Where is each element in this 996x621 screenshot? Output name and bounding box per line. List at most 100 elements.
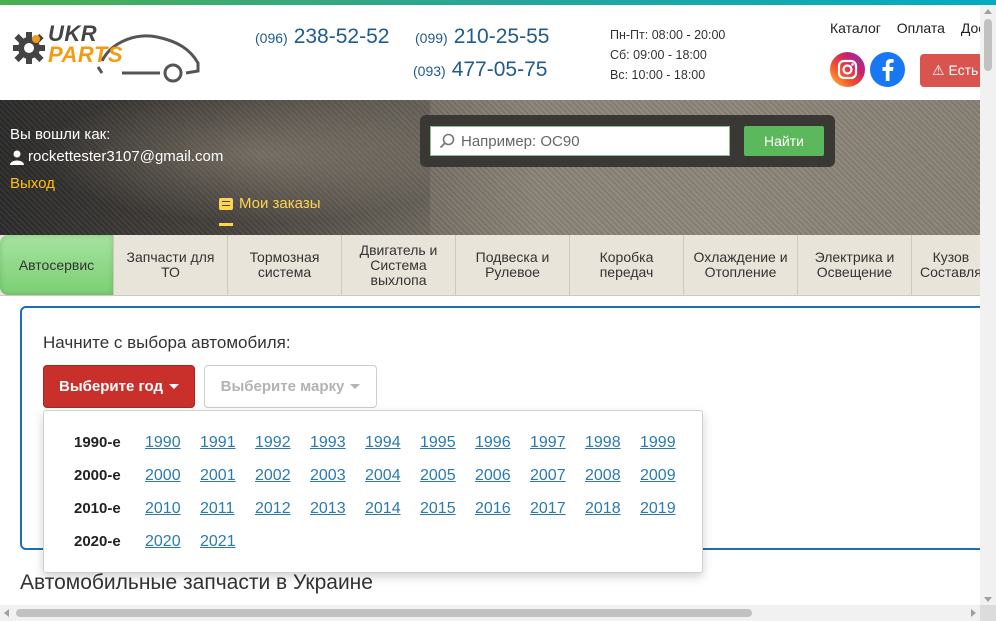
year-row: 2020-е 2020 2021 bbox=[44, 525, 702, 558]
year-row: 2000-е 2000 2001 2002 2003 2004 2005 2006 2007 20… bbox=[44, 459, 702, 492]
year-link[interactable]: 2019 bbox=[640, 500, 676, 518]
year-link[interactable]: 2007 bbox=[530, 467, 566, 485]
year-link[interactable]: 2020 bbox=[145, 533, 181, 551]
year-link[interactable]: 2003 bbox=[310, 467, 346, 485]
year-link[interactable]: 1999 bbox=[640, 434, 676, 452]
year-link[interactable]: 1992 bbox=[255, 434, 291, 452]
list-icon bbox=[219, 197, 233, 210]
tab-cooling-heating[interactable]: Охлаждение и Отопление bbox=[684, 235, 798, 295]
user-icon bbox=[10, 150, 24, 165]
year-link[interactable]: 2000 bbox=[145, 467, 181, 485]
year-link[interactable]: 2008 bbox=[585, 467, 621, 485]
site-header: UKR PARTS (096) 238-52-52 (099) 210-25-55 … bbox=[0, 5, 985, 100]
year-link[interactable]: 2016 bbox=[475, 500, 511, 518]
select-year-button[interactable]: Выберите год bbox=[43, 365, 195, 408]
year-link[interactable]: 2002 bbox=[255, 467, 291, 485]
tab-gearbox[interactable]: Коробка передач bbox=[570, 235, 684, 295]
scroll-left-icon[interactable] bbox=[4, 609, 9, 617]
gear-icon bbox=[13, 32, 45, 64]
tab-electrics-lighting[interactable]: Электрика и Освещение bbox=[798, 235, 912, 295]
user-email: rockettester3107@gmail.com bbox=[28, 148, 224, 165]
year-link[interactable]: 2010 bbox=[145, 500, 181, 518]
year-link[interactable]: 2004 bbox=[365, 467, 401, 485]
year-link[interactable]: 2018 bbox=[585, 500, 621, 518]
phone-number: 238-52-52 bbox=[293, 25, 390, 48]
decade-label: 2010-е bbox=[74, 500, 121, 517]
year-link[interactable]: 1993 bbox=[310, 434, 346, 452]
year-link[interactable]: 1997 bbox=[530, 434, 566, 452]
year-row: 2010-е 2010 2011 2012 2013 2014 2015 2016 2017 20… bbox=[44, 492, 702, 525]
logo-line1: UKR bbox=[48, 21, 98, 46]
year-dropdown: 1990-е 1990 1991 1992 1993 1994 1995 1996 1997 19… bbox=[43, 410, 703, 573]
scroll-up-icon[interactable] bbox=[984, 9, 992, 14]
tab-brake-system[interactable]: Тормозная система bbox=[228, 235, 342, 295]
year-link[interactable]: 1996 bbox=[475, 434, 511, 452]
phone-2[interactable]: (099) 210-25-55 bbox=[415, 25, 549, 49]
nav-catalog[interactable]: Каталог bbox=[830, 20, 881, 36]
horizontal-scroll-thumb[interactable] bbox=[16, 609, 752, 617]
search-bar: Найти bbox=[420, 115, 835, 167]
year-link[interactable]: 2005 bbox=[420, 467, 456, 485]
tab-engine-exhaust[interactable]: Двигатель и Система выхлопа bbox=[342, 235, 456, 295]
phone-code: (093) bbox=[413, 63, 446, 79]
logout-link[interactable]: Выход bbox=[10, 175, 55, 192]
vertical-scrollbar[interactable] bbox=[980, 5, 996, 606]
search-field[interactable] bbox=[430, 126, 730, 156]
year-link[interactable]: 2017 bbox=[530, 500, 566, 518]
warning-icon: ⚠ bbox=[932, 62, 945, 78]
horizontal-scrollbar[interactable] bbox=[0, 605, 980, 621]
instagram-icon[interactable] bbox=[830, 52, 865, 87]
year-link[interactable]: 1991 bbox=[200, 434, 236, 452]
phone-1[interactable]: (096) 238-52-52 bbox=[255, 25, 389, 49]
year-link[interactable]: 2006 bbox=[475, 467, 511, 485]
year-link[interactable]: 2001 bbox=[200, 467, 236, 485]
year-row: 1990-е 1990 1991 1992 1993 1994 1995 1996 1997 19… bbox=[44, 426, 702, 459]
decade-label: 2020-е bbox=[74, 533, 121, 550]
tab-suspension-steering[interactable]: Подвеска и Рулевое bbox=[456, 235, 570, 295]
hero-banner: Вы вошли как: rockettester3107@gmail.com… bbox=[0, 100, 980, 235]
vehicle-selector-title: Начните с выбора автомобиля: bbox=[43, 333, 291, 352]
year-link[interactable]: 1995 bbox=[420, 434, 456, 452]
search-button[interactable]: Найти bbox=[744, 126, 824, 156]
facebook-icon[interactable] bbox=[870, 52, 905, 87]
hours-sunday: Вс: 10:00 - 18:00 bbox=[610, 68, 706, 82]
tab-body-parts[interactable]: Кузов Составля bbox=[912, 235, 982, 295]
section-heading: Автомобильные запчасти в Украине bbox=[20, 571, 373, 594]
orders-underline bbox=[219, 223, 233, 226]
chevron-down-icon bbox=[169, 384, 180, 389]
year-link[interactable]: 2011 bbox=[200, 500, 234, 518]
top-nav: Каталог Оплата Дос bbox=[830, 20, 996, 36]
year-link[interactable]: 1998 bbox=[585, 434, 621, 452]
tab-maintenance-parts[interactable]: Запчасти для ТО bbox=[114, 235, 228, 295]
phone-code: (099) bbox=[415, 30, 448, 46]
scrollbar-corner bbox=[980, 605, 996, 621]
year-link[interactable]: 2014 bbox=[365, 500, 401, 518]
logo[interactable]: UKR PARTS bbox=[12, 21, 200, 87]
error-report-button[interactable]: ⚠ Есть bbox=[920, 54, 980, 87]
login-info: Вы вошли как: rockettester3107@gmail.com bbox=[10, 124, 223, 168]
tab-autoservice[interactable]: Автосервис bbox=[0, 235, 114, 295]
year-link[interactable]: 2009 bbox=[640, 467, 676, 485]
year-link[interactable]: 2013 bbox=[310, 500, 346, 518]
year-link[interactable]: 2015 bbox=[420, 500, 456, 518]
user-email-row: rockettester3107@gmail.com bbox=[10, 146, 223, 168]
logo-line2: PARTS bbox=[48, 42, 124, 67]
phone-number: 210-25-55 bbox=[453, 25, 550, 48]
working-hours: Пн-Пт: 08:00 - 20:00 Сб: 09:00 - 18:00 В… bbox=[610, 25, 725, 85]
vertical-scroll-thumb[interactable] bbox=[984, 19, 992, 71]
search-input[interactable] bbox=[461, 132, 721, 150]
scroll-right-icon[interactable] bbox=[971, 609, 976, 617]
search-icon bbox=[439, 133, 455, 149]
select-brand-button[interactable]: Выберите марку bbox=[204, 365, 377, 408]
my-orders-link[interactable]: Мои заказы bbox=[219, 195, 321, 212]
year-link[interactable]: 1994 bbox=[365, 434, 401, 452]
logo-text: UKR PARTS bbox=[48, 21, 124, 67]
year-link[interactable]: 2012 bbox=[255, 500, 291, 518]
scroll-down-icon[interactable] bbox=[984, 597, 992, 602]
chevron-down-icon bbox=[350, 384, 361, 389]
year-link[interactable]: 2021 bbox=[200, 533, 236, 551]
phone-number: 477-05-75 bbox=[451, 58, 548, 81]
year-link[interactable]: 1990 bbox=[145, 434, 181, 452]
phone-3[interactable]: (093) 477-05-75 bbox=[413, 58, 547, 82]
nav-payment[interactable]: Оплата bbox=[897, 20, 945, 36]
